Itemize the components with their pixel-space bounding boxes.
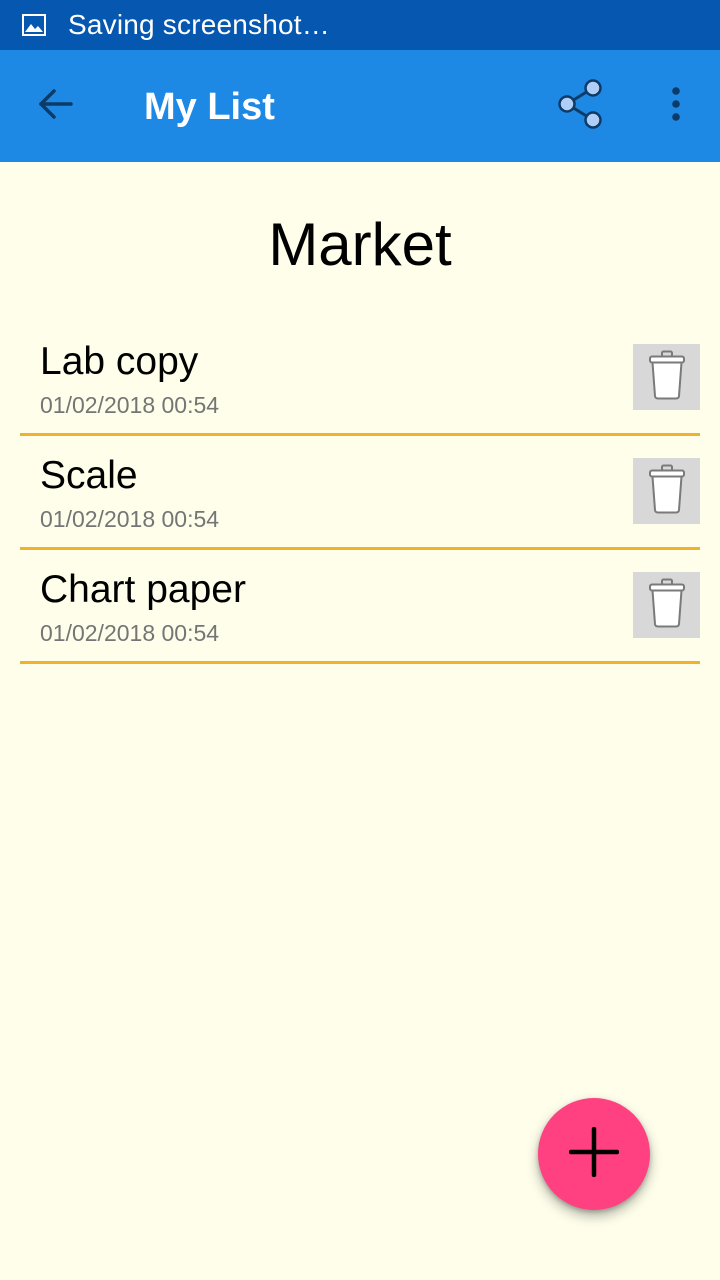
item-list: Lab copy 01/02/2018 00:54 Scale 01/02/20…	[20, 322, 700, 664]
image-icon	[22, 13, 46, 37]
item-name: Lab copy	[40, 340, 199, 383]
list-item[interactable]: Chart paper 01/02/2018 00:54	[20, 550, 700, 664]
delete-button[interactable]	[633, 344, 700, 410]
list-item[interactable]: Scale 01/02/2018 00:54	[20, 436, 700, 550]
add-item-button[interactable]	[538, 1098, 650, 1210]
list-item[interactable]: Lab copy 01/02/2018 00:54	[20, 322, 700, 436]
arrow-left-icon	[38, 88, 74, 125]
delete-button[interactable]	[633, 572, 700, 638]
app-bar: My List	[0, 50, 720, 162]
trash-icon	[648, 578, 686, 633]
item-date: 01/02/2018 00:54	[40, 620, 220, 646]
trash-icon	[648, 464, 686, 519]
item-name: Scale	[40, 454, 138, 497]
delete-button[interactable]	[633, 458, 700, 524]
more-options-button[interactable]	[652, 78, 700, 134]
share-button[interactable]	[548, 78, 612, 134]
back-button[interactable]	[24, 78, 88, 134]
page-title: My List	[144, 86, 275, 128]
item-date: 01/02/2018 00:54	[40, 506, 220, 532]
plus-icon	[568, 1126, 620, 1182]
item-name: Chart paper	[40, 568, 246, 611]
status-bar: Saving screenshot…	[0, 0, 720, 50]
item-date: 01/02/2018 00:54	[40, 392, 220, 418]
trash-icon	[648, 350, 686, 405]
status-text: Saving screenshot…	[68, 9, 330, 40]
more-vertical-icon	[670, 86, 682, 127]
share-icon	[555, 78, 605, 135]
list-title: Market	[268, 211, 452, 278]
